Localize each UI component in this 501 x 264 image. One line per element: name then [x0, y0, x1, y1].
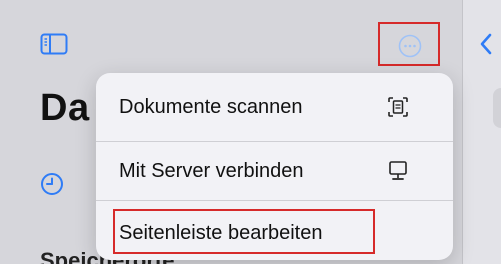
more-button-highlight [378, 22, 440, 66]
detail-search-box [493, 88, 501, 128]
menu-item-label: Dokumente scannen [119, 96, 303, 118]
page-title: Da [40, 87, 90, 129]
menu-item-connect-server[interactable]: Mit Server verbinden [96, 142, 453, 200]
display-icon [389, 161, 407, 180]
doc-scan-icon [388, 97, 408, 117]
screen: Da Speicherorte Dokumente scannen [0, 0, 501, 264]
detail-pane [463, 0, 501, 264]
menu-item-scan-documents[interactable]: Dokumente scannen [96, 78, 453, 136]
clock-icon[interactable] [40, 172, 64, 196]
menu-separator [96, 200, 453, 201]
edit-sidebar-highlight [113, 209, 375, 254]
chevron-left-icon[interactable] [478, 32, 494, 56]
sidebar-toggle-icon[interactable] [40, 32, 68, 56]
menu-item-label: Mit Server verbinden [119, 160, 304, 182]
